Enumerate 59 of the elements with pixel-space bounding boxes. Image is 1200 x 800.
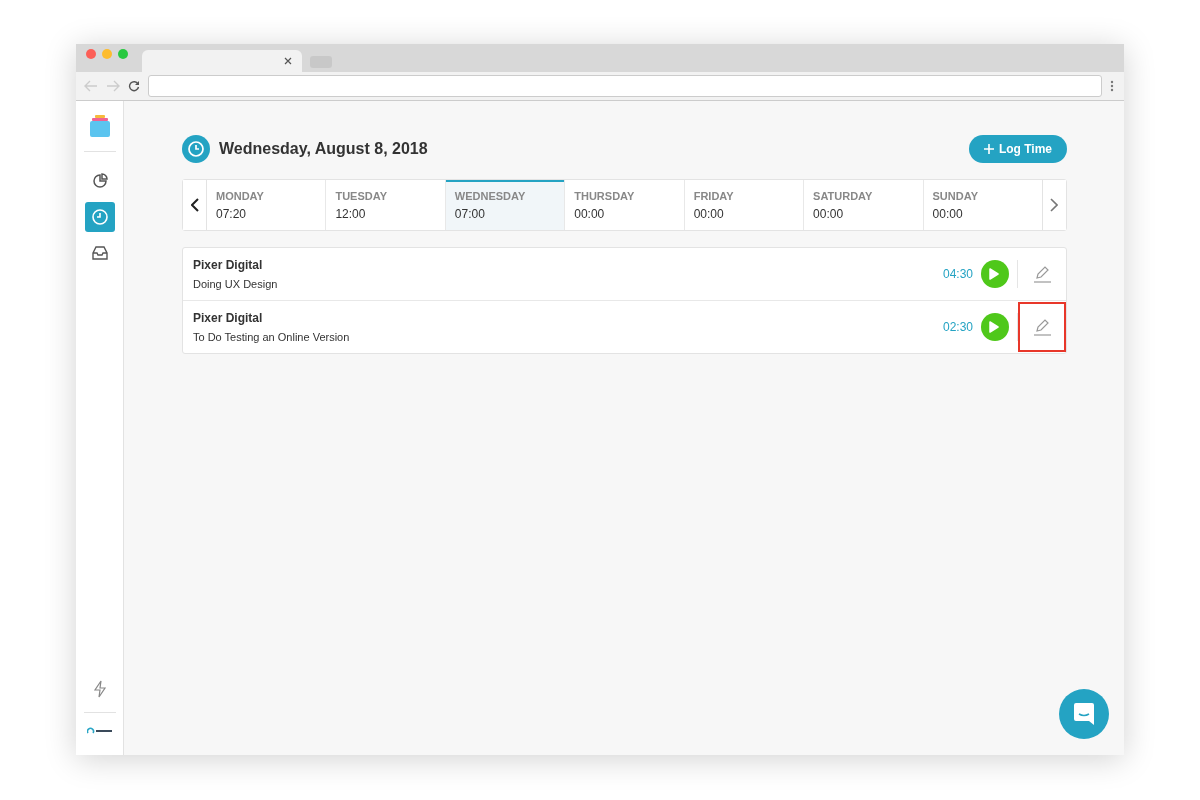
day-name: SUNDAY <box>932 189 979 202</box>
day-total: 00:00 <box>932 206 964 221</box>
duration: 04:30 <box>942 267 973 281</box>
back-icon[interactable] <box>84 80 98 92</box>
plus-icon <box>983 144 994 154</box>
close-icon[interactable] <box>284 57 292 65</box>
day-tab[interactable]: SATURDAY 00:00 <box>804 180 924 230</box>
clock-icon <box>182 135 210 163</box>
forward-icon[interactable] <box>106 80 120 92</box>
day-name: TUESDAY <box>335 189 388 202</box>
day-total: 00:00 <box>693 206 725 221</box>
next-week-button[interactable] <box>1041 180 1066 230</box>
sidebar-item[interactable] <box>84 202 115 232</box>
pencil-icon <box>1032 264 1052 284</box>
minimize-light-icon[interactable] <box>102 48 112 59</box>
day-total: 12:00 <box>335 206 367 221</box>
day-name: THURSDAY <box>574 189 636 202</box>
day-name: WEDNESDAY <box>454 189 527 202</box>
task-name: Doing UX Design <box>193 278 279 290</box>
task-name: To Do Testing an Online Version <box>193 331 351 343</box>
day-tab[interactable]: THURSDAY 00:00 <box>565 180 685 230</box>
reload-icon[interactable] <box>128 80 140 92</box>
stack-logo-icon[interactable] <box>89 115 110 137</box>
edit-button[interactable] <box>1018 302 1066 352</box>
day-tab[interactable]: SUNDAY 00:00 <box>923 180 1042 230</box>
previous-week-button[interactable] <box>183 180 207 230</box>
close-light-icon[interactable] <box>86 48 96 59</box>
day-total: 00:00 <box>813 206 845 221</box>
day-total: 00:00 <box>574 206 606 221</box>
day-tab[interactable]: FRIDAY 00:00 <box>684 180 805 230</box>
client-name: Pixer Digital <box>193 258 264 272</box>
chevron-right-icon <box>1050 198 1059 212</box>
inbox-icon <box>91 246 108 260</box>
day-name: MONDAY <box>216 189 265 202</box>
day-tab[interactable]: TUESDAY 12:00 <box>326 180 446 230</box>
maximize-light-icon[interactable] <box>118 48 128 59</box>
day-name: SATURDAY <box>813 189 874 202</box>
chat-bubble-icon <box>1073 702 1095 726</box>
day-name: FRIDAY <box>693 189 735 202</box>
brand-logo-icon <box>86 727 113 735</box>
chat-button[interactable] <box>1059 689 1109 739</box>
pencil-icon <box>1032 317 1052 337</box>
menu-icon[interactable] <box>1110 80 1114 92</box>
play-button[interactable] <box>981 260 1009 288</box>
play-button[interactable] <box>981 313 1009 341</box>
clock-icon <box>90 208 109 226</box>
duration: 02:30 <box>942 320 973 334</box>
day-tab[interactable]: WEDNESDAY 07:00 <box>445 180 566 230</box>
day-total: 07:00 <box>454 206 486 221</box>
pie-chart-icon <box>91 173 108 189</box>
lightning-icon[interactable] <box>92 680 107 698</box>
date-title: Wednesday, August 8, 2018 <box>219 140 428 158</box>
play-icon <box>988 321 999 333</box>
day-tab[interactable]: MONDAY 07:20 <box>207 180 327 230</box>
address-bar[interactable] <box>148 75 1102 97</box>
day-total: 07:20 <box>216 206 248 221</box>
client-name: Pixer Digital <box>193 311 264 325</box>
chevron-left-icon <box>190 198 199 212</box>
play-icon <box>988 268 999 280</box>
